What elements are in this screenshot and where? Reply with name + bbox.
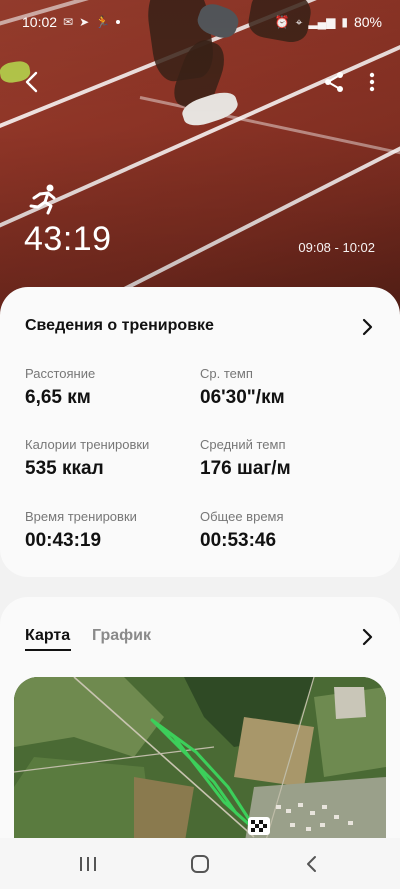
stat-label: Средний темп [200,437,286,452]
stat-cadence: Средний темп 176 шаг/м [200,437,291,480]
more-notifications-icon [116,20,121,24]
battery-icon: ▮ [341,15,348,29]
stat-value: 535 ккал [25,458,104,479]
stat-label: Время тренировки [25,509,137,524]
nav-back-icon[interactable] [300,852,324,876]
recent-apps-icon[interactable] [76,852,100,876]
notification-icon: ✉ [63,15,74,29]
alarm-icon: ⏰ [274,15,290,29]
running-notification-icon: 🏃 [95,15,111,29]
running-icon [29,184,56,215]
share-icon[interactable] [320,68,348,96]
stat-avg-pace: Ср. темп 06'30"/км [200,366,285,409]
telegram-icon: ➤ [79,15,90,29]
stat-value: 176 шаг/м [200,458,291,479]
signal-icon: ▂▄▆ [308,15,336,29]
stat-total-time: Общее время 00:53:46 [200,509,284,552]
battery-percentage: 80% [353,14,382,30]
tab-graph[interactable]: График [92,627,151,645]
stat-label: Ср. темп [200,366,253,381]
hero-photo [0,0,400,320]
route-map[interactable] [14,677,386,847]
status-bar: 10:02 ✉ ➤ 🏃 ⏰ ⌖ ▂▄▆ ▮ 80% [0,0,400,44]
workout-details-card: Сведения о тренировке Расстояние 6,65 км… [0,287,400,577]
home-icon[interactable] [188,852,212,876]
stat-value: 06'30"/км [200,387,285,408]
more-vert-icon[interactable] [362,68,382,96]
tab-active-indicator [25,649,71,651]
stat-label: Расстояние [25,366,96,381]
location-icon: ⌖ [295,14,303,29]
top-app-bar [0,60,400,104]
finish-flag-icon [248,817,270,835]
chevron-right-icon[interactable] [360,627,374,647]
system-navigation-bar [0,838,400,889]
stat-label: Общее время [200,509,284,524]
stat-distance: Расстояние 6,65 км [25,366,95,409]
workout-time-range: 09:08 - 10:02 [298,240,375,255]
workout-duration: 43:19 [24,220,112,258]
satellite-map-image [14,677,386,847]
tab-map[interactable]: Карта [25,627,70,645]
stat-calories: Калории тренировки 535 ккал [25,437,149,480]
chevron-left-icon[interactable] [18,68,46,96]
stat-label: Калории тренировки [25,437,150,452]
stat-workout-time: Время тренировки 00:43:19 [25,509,137,552]
stat-value: 00:43:19 [25,530,102,551]
chevron-right-icon[interactable] [360,317,374,337]
stat-value: 00:53:46 [200,530,277,551]
stat-value: 6,65 км [25,387,91,408]
status-time: 10:02 [22,14,58,30]
details-title[interactable]: Сведения о тренировке [25,317,214,335]
